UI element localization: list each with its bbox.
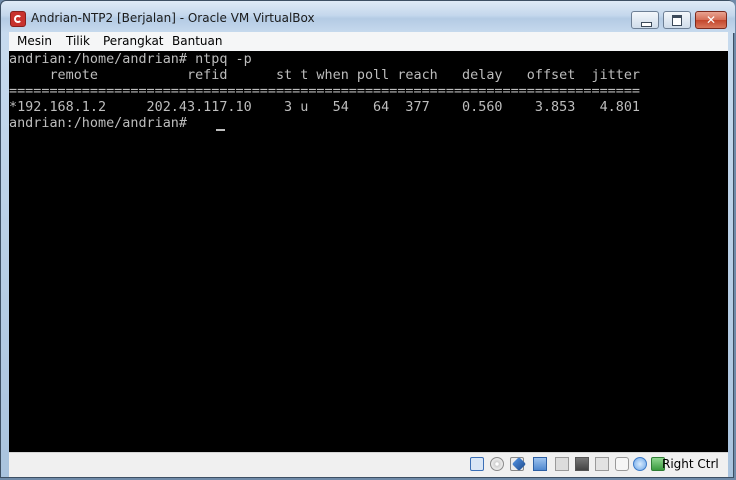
video-capture-icon[interactable]: [595, 457, 609, 471]
mouse-integration-icon[interactable]: [615, 457, 629, 471]
menu-bar: Mesin Tilik Perangkat Bantuan: [9, 32, 728, 52]
terminal-line-separator: ========================================…: [9, 84, 641, 99]
host-key-label: Right Ctrl: [662, 457, 719, 471]
menu-bantuan[interactable]: Bantuan: [172, 34, 222, 48]
menu-tilik[interactable]: Tilik: [66, 34, 90, 48]
terminal-line-header: remote refid st t when poll reach delay …: [9, 68, 641, 83]
virtualbox-app-icon[interactable]: [10, 11, 26, 27]
network-icon[interactable]: [533, 457, 547, 471]
menu-mesin[interactable]: Mesin: [17, 34, 52, 48]
keyboard-capture-icon[interactable]: [633, 457, 647, 471]
terminal-cursor: [216, 129, 225, 131]
menu-perangkat[interactable]: Perangkat: [103, 34, 164, 48]
hard-disk-icon[interactable]: [470, 457, 484, 471]
terminal-line-prompt: andrian:/home/andrian#: [9, 116, 196, 131]
shared-folders-icon[interactable]: [555, 457, 569, 471]
maximize-button[interactable]: [663, 11, 691, 29]
vm-console-screen[interactable]: andrian:/home/andrian# ntpq -p remote re…: [9, 51, 728, 452]
optical-drive-icon[interactable]: [490, 457, 504, 471]
status-bar: Right Ctrl: [9, 452, 728, 477]
terminal-line-peer: *192.168.1.2 202.43.117.10 3 u 54 64 377…: [9, 100, 641, 115]
display-icon[interactable]: [575, 457, 589, 471]
window-title: Andrian-NTP2 [Berjalan] - Oracle VM Virt…: [31, 11, 315, 25]
terminal-line-command: andrian:/home/andrian# ntpq -p: [9, 52, 252, 67]
close-button[interactable]: [695, 11, 727, 29]
title-bar[interactable]: Andrian-NTP2 [Berjalan] - Oracle VM Virt…: [1, 1, 735, 33]
minimize-button[interactable]: [631, 11, 659, 29]
virtualbox-window: Andrian-NTP2 [Berjalan] - Oracle VM Virt…: [0, 0, 735, 478]
